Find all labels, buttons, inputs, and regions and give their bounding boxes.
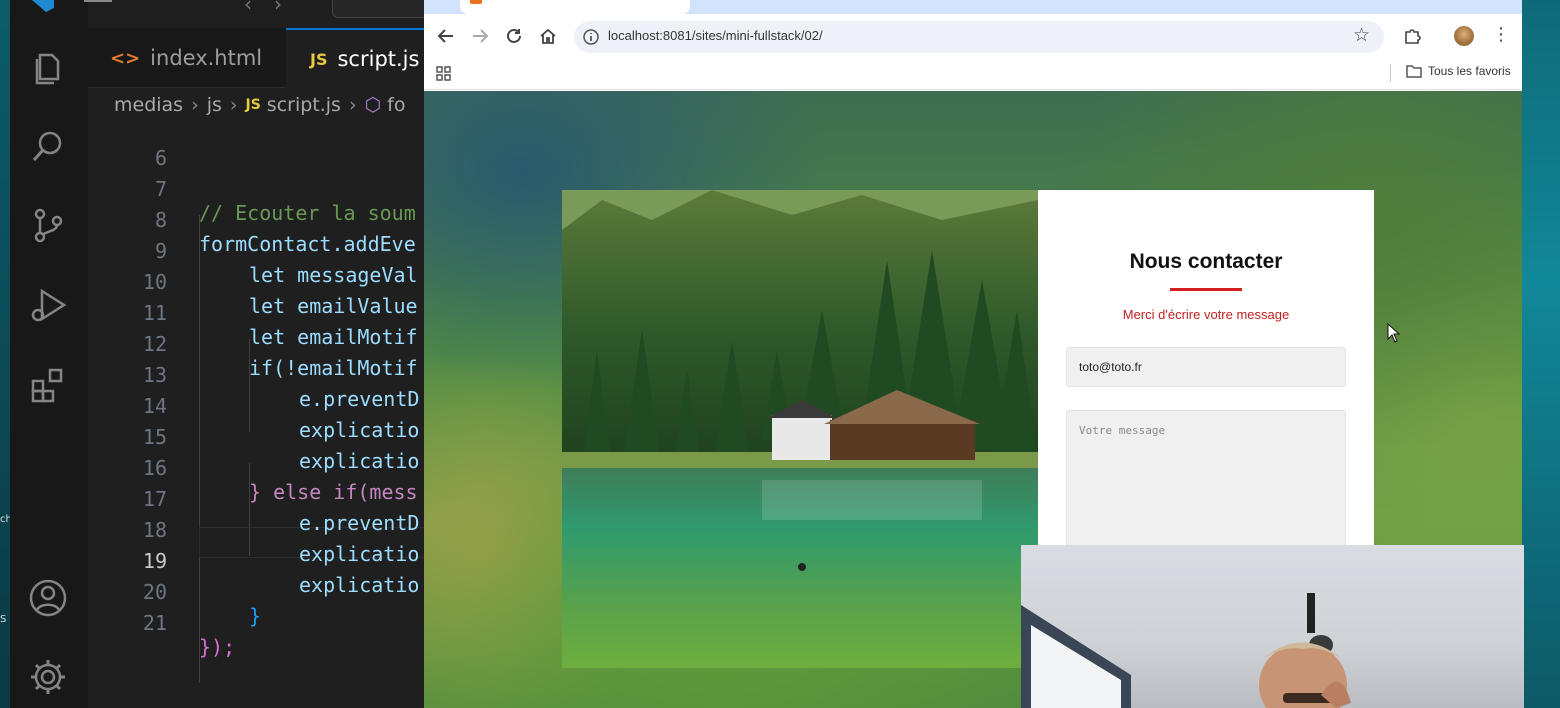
address-bar[interactable]: localhost:8081/sites/mini-fullstack/02/ … <box>574 21 1384 53</box>
js-file-icon: JS <box>245 97 261 113</box>
code-line: 14 explicatio <box>88 370 424 442</box>
code-line: 10 let emailValue <box>88 246 424 318</box>
folder-icon <box>1406 65 1422 78</box>
vscode-window: ‹› <> index.html JS script.js medias › j… <box>10 0 432 708</box>
arrow-right-icon <box>473 29 489 43</box>
code-line: 8 formContact.addEve <box>88 184 424 256</box>
puzzle-icon <box>1405 29 1421 44</box>
code-line: 16 } else if(mess <box>88 432 424 504</box>
html-file-icon: <> <box>110 47 141 69</box>
bookmarks-divider <box>1390 64 1391 82</box>
code-text: }); <box>199 635 236 659</box>
lake-forest-photo <box>562 190 1038 668</box>
bookmark-star-icon[interactable]: ☆ <box>1353 24 1370 46</box>
bookmarks-bar: Tous les favoris <box>424 58 1522 90</box>
editor-tabs: <> index.html JS script.js <box>88 28 424 88</box>
breadcrumb-item[interactable]: script.js <box>267 94 341 116</box>
arrow-left-icon <box>437 29 453 43</box>
tab-index-html[interactable]: <> index.html <box>88 28 286 88</box>
mouse-pointer-icon <box>1387 323 1401 343</box>
reload-icon <box>507 28 521 43</box>
source-control-icon[interactable] <box>27 204 69 246</box>
chevron-right-icon: › <box>229 94 238 116</box>
breadcrumb-item[interactable]: medias <box>114 94 183 116</box>
code-line: 19 explicatio <box>88 525 424 597</box>
presenter-video <box>1021 593 1351 708</box>
code-editor[interactable]: 6 7 // Ecouter la soum 8 formContact.add… <box>88 122 424 708</box>
contact-title: Nous contacter <box>1129 250 1283 273</box>
url-text: localhost:8081/sites/mini-fullstack/02/ <box>608 28 823 43</box>
symbol-cube-icon: ⬡ <box>364 94 382 116</box>
forward-button[interactable] <box>468 24 492 48</box>
settings-gear-icon[interactable] <box>27 656 69 698</box>
browser-tab-strip <box>424 0 1522 14</box>
breadcrumb: medias › js › JS script.js › ⬡ fo <box>114 90 406 120</box>
chevron-right-icon: › <box>348 94 357 116</box>
favicon-icon <box>470 0 482 4</box>
code-line: 15 explicatio <box>88 401 424 473</box>
screen: ch S ‹› <> index.html JS script.js media… <box>0 0 1560 708</box>
search-icon[interactable] <box>27 125 69 167</box>
apps-grid-icon[interactable] <box>436 66 452 82</box>
desktop-background-left <box>0 0 10 708</box>
webcam-overlay <box>1021 545 1524 708</box>
back-button[interactable] <box>434 24 458 48</box>
extensions-button[interactable] <box>1400 24 1424 48</box>
all-bookmarks-folder[interactable]: Tous les favoris <box>1406 64 1511 78</box>
site-info-icon[interactable] <box>582 28 600 46</box>
navigation-arrows-icon[interactable]: ‹› <box>244 0 304 16</box>
code-line: 7 // Ecouter la soum <box>88 153 424 225</box>
browser-tab[interactable] <box>460 0 690 14</box>
reload-button[interactable] <box>502 24 526 48</box>
tab-script-js[interactable]: JS script.js <box>286 28 424 88</box>
vscode-logo-icon <box>32 0 54 12</box>
code-line: 6 <box>88 122 424 170</box>
code-line: 18 explicatio <box>88 494 424 566</box>
command-center[interactable] <box>332 0 432 18</box>
chevron-right-icon: › <box>191 94 199 116</box>
tab-label: script.js <box>337 47 420 71</box>
desktop-edge-text: S <box>0 614 7 625</box>
browser-toolbar: localhost:8081/sites/mini-fullstack/02/ … <box>424 14 1522 58</box>
title-underline <box>1170 288 1242 291</box>
folder-label: Tous les favoris <box>1428 64 1511 78</box>
code-line: 13 e.preventD <box>88 339 424 411</box>
code-line: 21 }); <box>88 587 424 659</box>
breadcrumb-item[interactable]: fo <box>387 94 405 116</box>
tab-label: index.html <box>150 46 263 70</box>
home-button[interactable] <box>536 24 560 48</box>
home-icon <box>540 28 556 44</box>
form-status-message: Merci d'écrire votre message <box>1122 307 1290 322</box>
activity-bar <box>10 0 88 708</box>
code-line: 20 } <box>88 556 424 628</box>
message-textarea[interactable]: Votre message <box>1066 410 1346 550</box>
more-menu-icon[interactable]: ⋮ <box>1492 24 1510 45</box>
code-line: 9 let messageVal <box>88 215 424 287</box>
extensions-icon[interactable] <box>27 364 69 406</box>
explorer-icon[interactable] <box>27 46 69 88</box>
code-line: 17 e.preventD <box>88 463 424 535</box>
profile-avatar[interactable] <box>1454 26 1474 46</box>
line-number: 21 <box>142 611 167 635</box>
desktop-background-right <box>1522 0 1560 708</box>
account-icon[interactable] <box>27 577 69 619</box>
email-field[interactable]: toto@toto.fr <box>1066 347 1346 387</box>
run-debug-icon[interactable] <box>27 284 69 326</box>
menu-icon[interactable] <box>84 0 112 4</box>
code-line: 12 if(!emailMotif <box>88 308 424 380</box>
code-line: 11 let emailMotif <box>88 277 424 349</box>
js-file-icon: JS <box>310 49 328 69</box>
breadcrumb-item[interactable]: js <box>207 94 222 116</box>
